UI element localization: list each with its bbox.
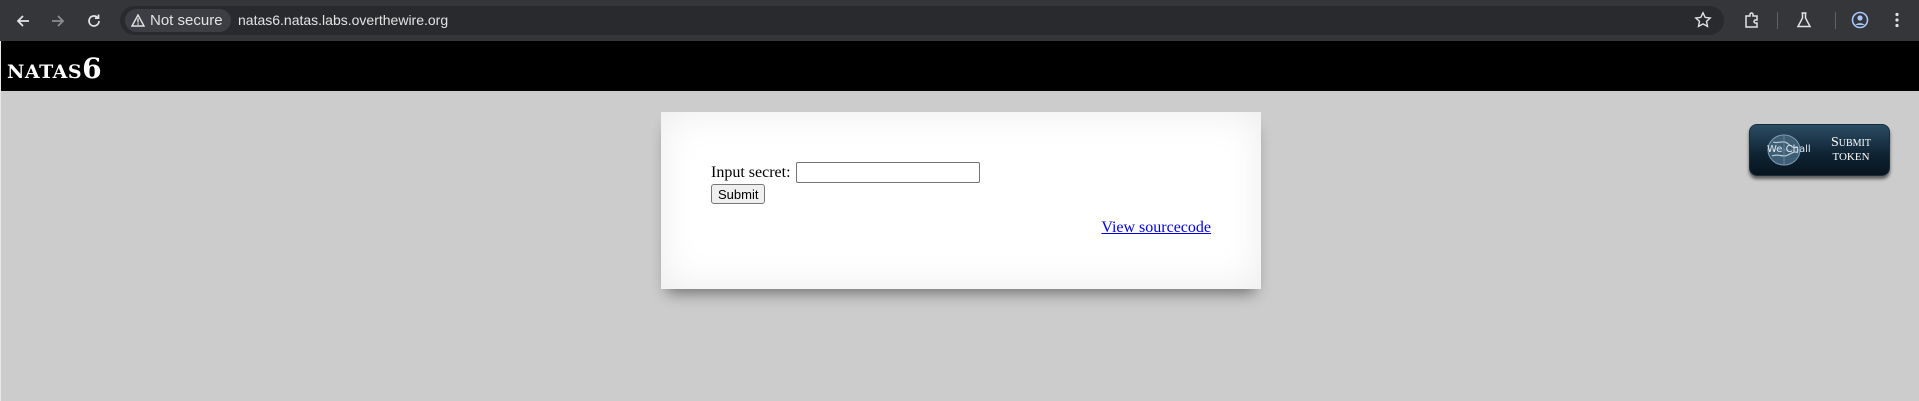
more-vert-icon (1895, 12, 1899, 28)
title-number: 6 (82, 52, 102, 85)
labs-button[interactable] (1793, 9, 1815, 31)
arrow-right-icon (52, 15, 65, 27)
secret-label: Input secret: (711, 163, 791, 181)
browser-toolbar: Not secure natas6.natas.labs.overthewire… (0, 0, 1919, 41)
secret-form-row: Input secret: (711, 162, 980, 183)
toolbar-separator (1777, 12, 1778, 29)
address-bar[interactable]: Not secure natas6.natas.labs.overthewire… (120, 6, 1724, 35)
submit-token-line2: TOKEN (1832, 151, 1870, 163)
page-header: NATAS6 (1, 41, 1919, 91)
url-text[interactable]: natas6.natas.labs.overthewire.org (238, 12, 448, 28)
wechall-logo-text: We Chall (1767, 144, 1811, 155)
extensions-button[interactable] (1741, 9, 1763, 31)
reload-icon (88, 14, 100, 27)
flask-icon (1796, 12, 1812, 28)
submit-button[interactable]: Submit (711, 184, 766, 204)
view-sourcecode-link[interactable]: View sourcecode (1101, 219, 1211, 237)
security-label: Not secure (150, 12, 223, 29)
reload-button[interactable] (81, 8, 107, 34)
submit-token-label: Submit TOKEN (1822, 135, 1880, 165)
bookmark-star-icon[interactable] (1694, 11, 1712, 29)
page-title: NATAS6 (7, 52, 102, 85)
secret-input[interactable] (795, 162, 980, 183)
back-button[interactable] (10, 8, 36, 34)
puzzle-icon (1745, 12, 1758, 28)
title-word: NATAS (7, 61, 83, 83)
wechall-submit-token-button[interactable]: We Chall Submit TOKEN (1749, 124, 1890, 176)
menu-button[interactable] (1886, 9, 1908, 31)
security-chip[interactable]: Not secure (125, 9, 231, 32)
page-viewport: NATAS6 Input secret: Submit View sourcec… (0, 41, 1919, 401)
profile-button[interactable] (1849, 9, 1871, 31)
account-icon (1851, 11, 1869, 29)
arrow-left-icon (16, 15, 29, 27)
warning-icon (131, 14, 145, 27)
submit-token-line1: Submit (1830, 135, 1871, 150)
toolbar-separator (1835, 12, 1836, 29)
forward-button[interactable] (45, 8, 71, 34)
content-panel: Input secret: Submit View sourcecode (661, 112, 1261, 289)
